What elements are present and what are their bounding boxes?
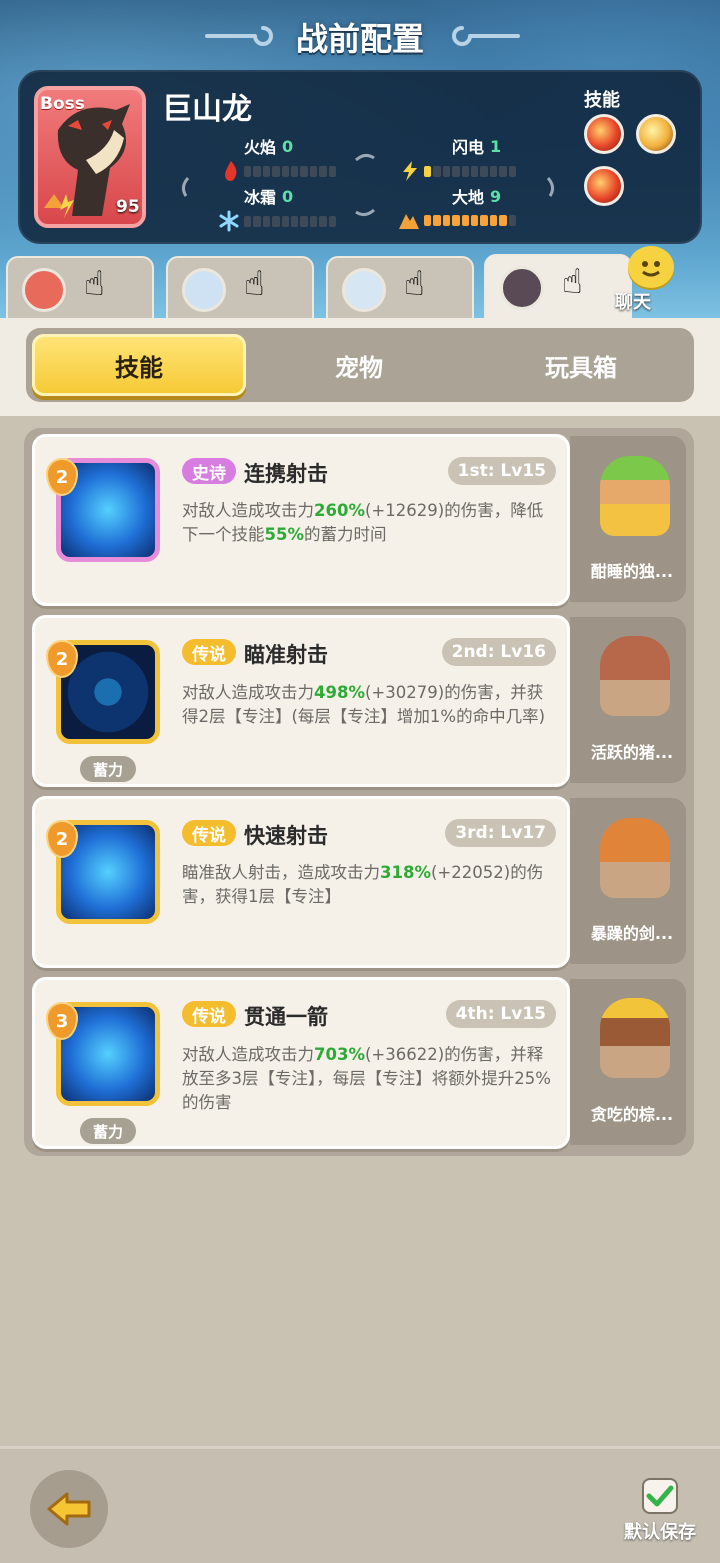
tap-hand-icon: ☝	[562, 262, 583, 302]
stat-frost-label: 冰霜	[244, 188, 277, 207]
pet-sleepy-icon	[600, 456, 670, 536]
chat-face-icon	[642, 261, 660, 277]
back-arrow-icon	[47, 1492, 91, 1526]
skill-description: 对敌人造成攻击力498%(+30279)的伤害，并获得2层【专注】(每层【专注】…	[182, 683, 546, 726]
chat-label: 聊天	[615, 292, 651, 313]
boss-skill-burst-icon[interactable]	[636, 114, 676, 154]
skill-description: 瞄准敌人射击，造成攻击力318%(+22052)的伤害，获得1层【专注】	[182, 863, 544, 906]
stat-frost-bar	[244, 215, 337, 227]
hero-avatar	[500, 266, 544, 310]
skill-name: 连携射击	[244, 462, 328, 486]
hero-tab-4[interactable]: ☝	[484, 254, 632, 322]
boss-skill-fire-icon[interactable]	[584, 114, 624, 154]
skill-slot-level: 4th: Lv15	[445, 1000, 556, 1028]
hero-tab-2[interactable]: ☝	[166, 256, 314, 320]
pet-name: 暴躁的剑...	[590, 924, 674, 943]
chat-button[interactable]	[628, 246, 674, 288]
bottom-bar	[0, 1446, 720, 1563]
default-save-label: 默认保存	[624, 1522, 696, 1543]
boss-name: 巨山龙	[162, 92, 252, 127]
cycle-arrow-icon	[355, 208, 375, 217]
stat-lightning: 闪电 1	[400, 134, 517, 182]
stat-fire-label: 火焰	[244, 138, 277, 157]
stat-earth-value: 9	[490, 186, 502, 206]
tap-hand-icon: ☝	[404, 264, 425, 304]
boss-tag: Boss	[40, 94, 85, 114]
skill-description: 对敌人造成攻击力260%(+12629)的伤害，降低下一个技能55%的蓄力时间	[182, 501, 544, 544]
pet-tiger-icon	[600, 818, 670, 898]
stat-lightning-bar	[424, 165, 517, 177]
default-save-checkbox[interactable]	[642, 1478, 678, 1514]
rarity-tag: 史诗	[182, 458, 236, 484]
pet-name: 贪吃的棕...	[590, 1105, 674, 1124]
stat-frost-value: 0	[282, 186, 294, 206]
rarity-tag: 传说	[182, 1001, 236, 1027]
stat-frost: 冰霜 0	[218, 184, 337, 232]
rarity-tag: 传说	[182, 639, 236, 665]
pet-boar-icon	[600, 636, 670, 716]
boss-skills-label: 技能	[584, 90, 620, 111]
tap-hand-icon: ☝	[84, 264, 105, 304]
stat-earth-bar	[424, 214, 517, 226]
hero-tab-3[interactable]: ☝	[326, 256, 474, 320]
skill-slot-level: 2nd: Lv16	[441, 638, 556, 666]
boss-skill-flame-icon[interactable]	[584, 166, 624, 206]
stat-earth-label: 大地	[452, 188, 485, 207]
skill-name: 快速射击	[244, 824, 328, 848]
snowflake-icon	[219, 210, 239, 232]
tab-pet[interactable]: 宠物	[252, 334, 466, 396]
hero-avatar	[22, 268, 66, 312]
tab-skill[interactable]: 技能	[32, 334, 246, 396]
skill-slot-level: 3rd: Lv17	[445, 819, 556, 847]
page-title: 战前配置	[295, 20, 424, 58]
cycle-arrow-icon	[355, 153, 375, 162]
charge-tag: 蓄力	[80, 1118, 136, 1144]
skill-slot-level: 1st: Lv15	[447, 457, 556, 485]
lightning-icon	[403, 161, 417, 181]
cycle-arrow-icon	[546, 177, 555, 197]
stat-earth: 大地 9	[398, 184, 517, 230]
pet-name: 酣睡的独...	[590, 562, 674, 581]
hero-tab-1[interactable]: ☝	[6, 256, 154, 320]
pet-bear-icon	[600, 998, 670, 1078]
boss-level: 95	[116, 197, 140, 217]
hero-avatar	[182, 268, 226, 312]
earth-icon	[399, 214, 419, 229]
stat-fire-bar	[244, 165, 337, 177]
check-icon	[646, 1485, 674, 1507]
fire-icon	[225, 161, 237, 181]
skill-name: 瞄准射击	[244, 643, 328, 667]
stat-lightning-label: 闪电	[452, 138, 485, 157]
stat-fire: 火焰 0	[222, 134, 337, 182]
tap-hand-icon: ☝	[244, 264, 265, 304]
hero-avatar	[342, 268, 386, 312]
stat-fire-value: 0	[282, 136, 294, 156]
tab-toy-box[interactable]: 玩具箱	[474, 334, 688, 396]
back-button[interactable]	[30, 1470, 108, 1548]
skill-description: 对敌人造成攻击力703%(+36622)的伤害，并释放至多3层【专注】，每层【专…	[182, 1045, 551, 1112]
stat-lightning-value: 1	[490, 136, 502, 156]
pet-name: 活跃的猪...	[590, 743, 674, 762]
rarity-tag: 传说	[182, 820, 236, 846]
charge-tag: 蓄力	[80, 756, 136, 782]
skill-name: 贯通一箭	[244, 1005, 328, 1029]
cycle-arrow-icon	[181, 177, 190, 197]
